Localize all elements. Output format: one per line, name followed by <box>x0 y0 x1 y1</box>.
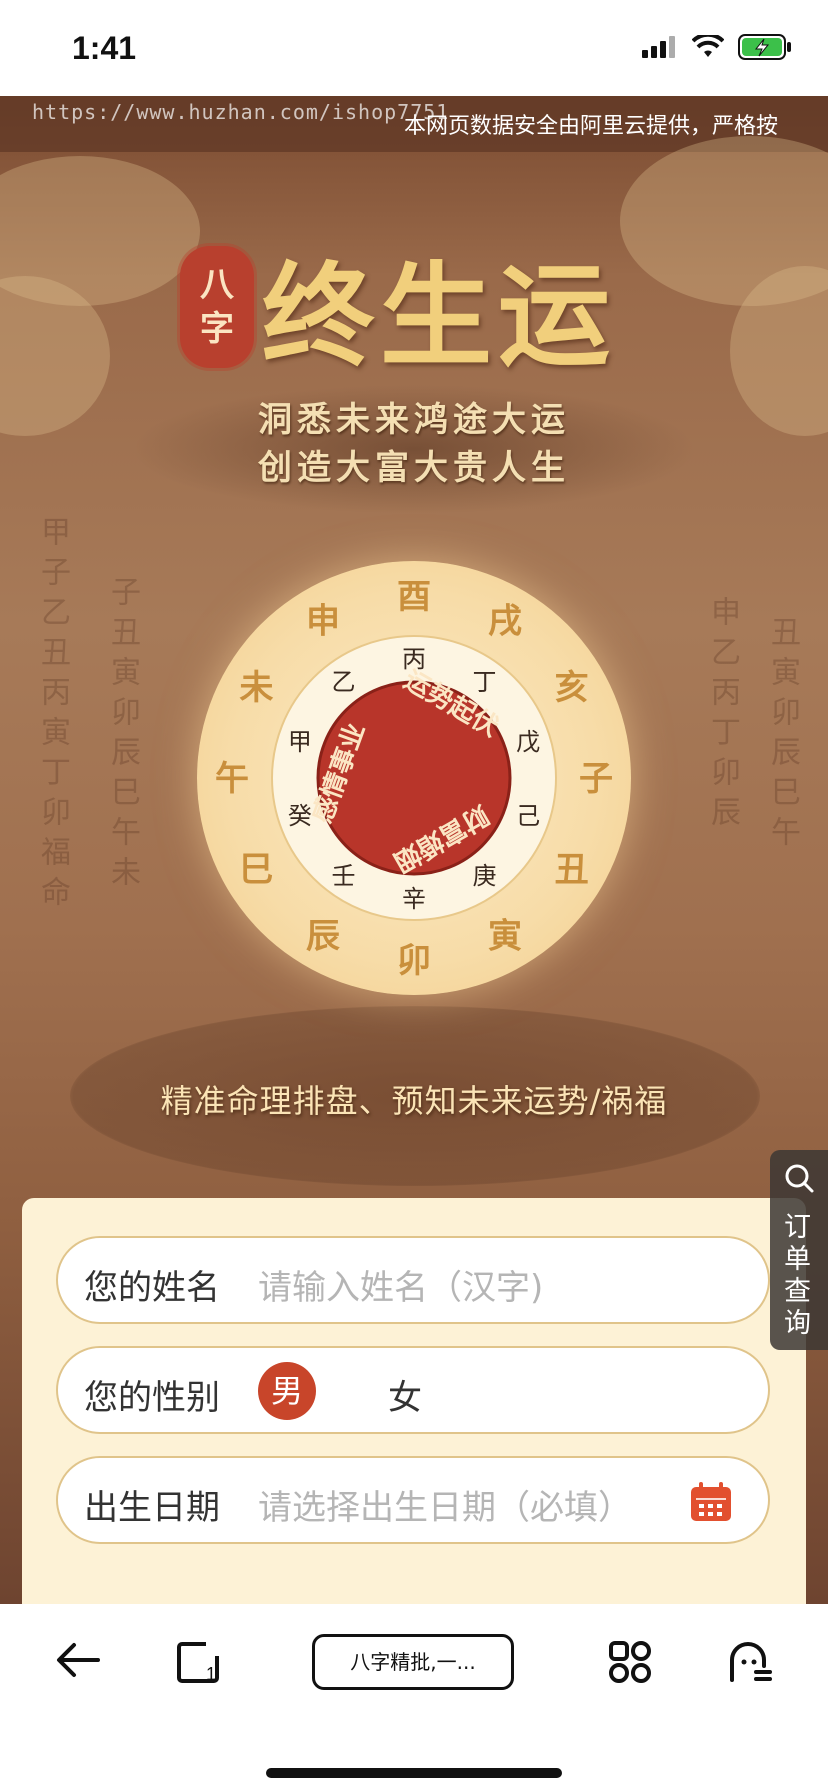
earthly-branch-label: 戌 <box>488 601 522 641</box>
page-title: 终生运 <box>262 251 616 382</box>
seal-char: 八 <box>200 265 234 305</box>
status-bar: 1:41 <box>0 0 828 96</box>
birth-date-label: 出生日期 <box>84 1488 220 1528</box>
security-notice: 本网页数据安全由阿里云提供，严格按 <box>404 114 779 139</box>
order-query-button[interactable]: 订单查询 <box>770 1150 828 1350</box>
calligraphy-decoration: 子丑寅卯辰巳午未 <box>105 576 140 896</box>
zodiac-wheel: 申酉戌亥子丑寅卯辰巳午未丙丁戊己庚辛壬癸甲乙运势起伏 财富婚姻 感情事业 <box>197 561 631 995</box>
home-indicator <box>266 1768 562 1778</box>
url-watermark: https://www.huzhan.com/ishop7751 <box>32 100 450 124</box>
heavenly-stem-label: 戊 <box>516 728 540 756</box>
earthly-branch-label: 未 <box>239 668 273 708</box>
tabs-count-icon[interactable]: 1 <box>176 1640 220 1684</box>
calendar-icon[interactable] <box>690 1482 732 1522</box>
gender-label: 您的性别 <box>84 1378 220 1418</box>
heavenly-stem-label: 辛 <box>402 885 426 913</box>
calligraphy-decoration: 申乙丙丁卯辰 <box>705 596 740 836</box>
status-icons <box>642 34 792 60</box>
seal-char: 字 <box>200 309 234 349</box>
ghost-mode-icon[interactable] <box>728 1640 772 1684</box>
gender-female-option[interactable]: 女 <box>388 1370 422 1419</box>
heavenly-stem-label: 甲 <box>288 728 312 756</box>
wifi-icon <box>692 35 724 57</box>
heavenly-stem-label: 丁 <box>473 668 497 696</box>
name-input[interactable]: 请输入姓名（汉字) <box>258 1260 543 1309</box>
earthly-branch-label: 酉 <box>397 577 431 617</box>
status-time: 1:41 <box>72 30 137 66</box>
calligraphy-decoration: 丑寅卯辰巳午 <box>765 616 800 856</box>
earthly-branch-label: 卯 <box>397 941 431 981</box>
earthly-branch-label: 午 <box>215 759 249 799</box>
earthly-branch-label: 巳 <box>239 850 273 890</box>
svg-text:1: 1 <box>206 1664 216 1684</box>
earthly-branch-label: 申 <box>306 601 340 641</box>
apps-grid-icon[interactable] <box>608 1640 652 1684</box>
tagline: 精准命理排盘、预知未来运势/祸福 <box>160 1082 668 1120</box>
birth-date-input[interactable]: 请选择出生日期（必填） <box>258 1480 632 1529</box>
birth-date-field[interactable]: 出生日期 请选择出生日期（必填） <box>56 1456 770 1544</box>
name-label: 您的姓名 <box>84 1268 220 1308</box>
search-icon <box>785 1164 814 1193</box>
earthly-branch-label: 辰 <box>306 917 340 957</box>
subtitle: 洞悉未来鸿途大运 创造大富大贵人生 <box>140 396 688 492</box>
calligraphy-decoration: 甲子乙丑丙寅丁卯福命 <box>35 516 70 916</box>
heavenly-stem-label: 庚 <box>473 862 497 890</box>
gender-male-option[interactable]: 男 <box>258 1362 316 1420</box>
bazi-form: 您的姓名 请输入姓名（汉字) 您的性别 男 女 出生日期 请选择出生日期（必填） <box>22 1198 806 1604</box>
signal-icon <box>642 36 675 58</box>
back-arrow-icon[interactable] <box>56 1640 100 1680</box>
page-content: https://www.huzhan.com/ishop7751 本网页数据安全… <box>0 96 828 1604</box>
earthly-branch-label: 亥 <box>555 668 589 708</box>
heavenly-stem-label: 壬 <box>331 862 355 890</box>
heavenly-stem-label: 己 <box>516 802 540 830</box>
bazi-seal: 八 字 <box>180 246 254 368</box>
order-query-label: 订单查询 <box>784 1212 811 1339</box>
earthly-branch-label: 丑 <box>555 850 589 890</box>
name-field[interactable]: 您的姓名 请输入姓名（汉字) <box>56 1236 770 1324</box>
heavenly-stem-label: 乙 <box>331 668 355 696</box>
browser-toolbar: 1 八字精批,一... <box>0 1604 828 1792</box>
battery-charging-icon <box>738 34 791 60</box>
subtitle-line: 创造大富大贵人生 <box>258 448 570 488</box>
earthly-branch-label: 子 <box>579 759 613 799</box>
subtitle-line: 洞悉未来鸿途大运 <box>258 400 570 440</box>
gender-field: 您的性别 男 女 <box>56 1346 770 1434</box>
zodiac-wheel-graphic: 申酉戌亥子丑寅卯辰巳午未丙丁戊己庚辛壬癸甲乙 运势起伏财富婚姻感情事业 <box>215 577 613 981</box>
current-tab-title[interactable]: 八字精批,一... <box>312 1634 514 1690</box>
earthly-branch-label: 寅 <box>488 917 522 957</box>
